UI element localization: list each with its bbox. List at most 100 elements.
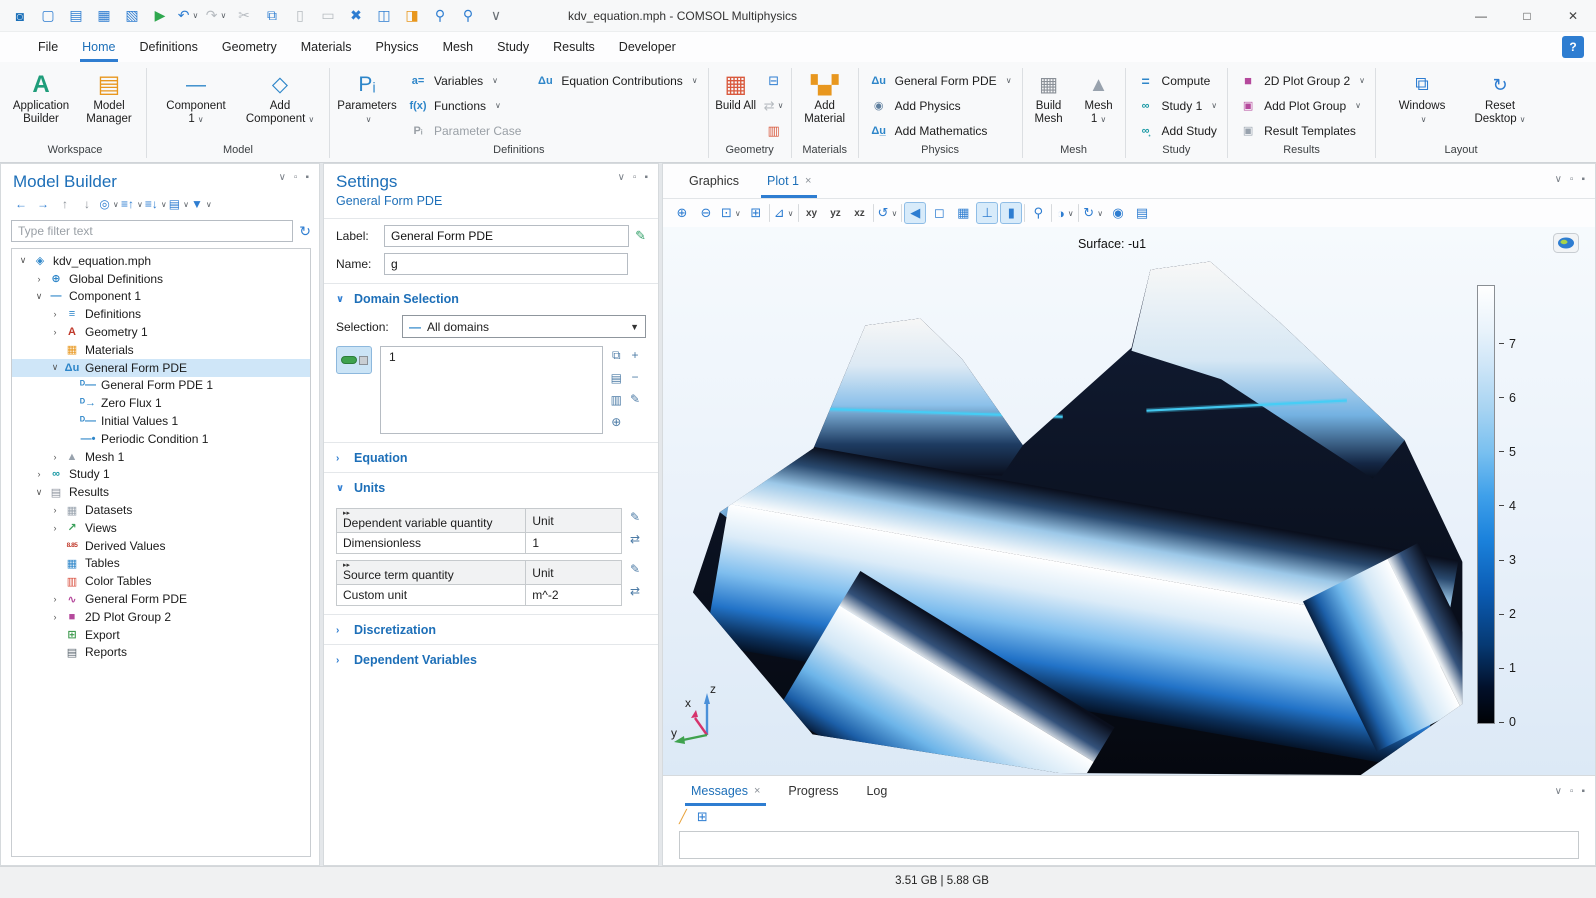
paste-selection-icon[interactable]: ▥ (611, 393, 622, 407)
geometry-rebuild-icon[interactable]: ⇄∨ (761, 93, 787, 118)
application-builder-button[interactable]: A Application Builder (8, 68, 74, 128)
menu-tab[interactable]: Home (70, 32, 127, 62)
node-text-icon[interactable]: ▤ ∨ (169, 194, 189, 214)
zoom-to-selection-icon[interactable]: ⊕ (611, 415, 621, 429)
physics-interface-button[interactable]: Δu General Form PDE∨ (863, 68, 1018, 93)
tree-item-general-form-pde[interactable]: ∨ Δu General Form PDE (12, 359, 310, 377)
build-all-button[interactable]: ▦ Build All (713, 68, 759, 115)
plot-group-button[interactable]: ■ 2D Plot Group 2∨ (1232, 68, 1371, 93)
zoom-extents-icon[interactable]: ⊞ (745, 202, 767, 224)
view-yz-icon[interactable]: yz (825, 202, 847, 224)
equation-contributions-button[interactable]: Δu Equation Contributions∨ (529, 68, 703, 93)
tree-item-periodic-condition-1[interactable]: —• Periodic Condition 1 (12, 430, 310, 448)
add-component-button[interactable]: ◇ Add Component∨ (247, 68, 313, 128)
menu-tab[interactable]: Definitions (128, 32, 210, 62)
tree-item-geometry-1[interactable]: › A Geometry 1 (12, 323, 310, 341)
move-up-icon[interactable]: ↑ (55, 194, 75, 214)
grid-icon[interactable]: ▦ (952, 202, 974, 224)
menu-tab[interactable]: File (26, 32, 70, 62)
filter-icon[interactable]: ▼ ∨ (191, 194, 212, 214)
tab-progress[interactable]: Progress (776, 776, 850, 806)
tree-expander[interactable]: › (48, 309, 62, 319)
selection-dropdown[interactable]: — All domains ▼ (402, 315, 646, 338)
collapse-all-icon[interactable]: ≡↑ ∨ (121, 194, 143, 214)
section-units[interactable]: ∨ Units (324, 472, 658, 502)
parameters-button[interactable]: Pᵢ Parameters∨ (334, 68, 400, 128)
edit-quantity-icon[interactable]: ✎ (630, 510, 640, 524)
clear-selection-icon[interactable]: ✎ (630, 392, 640, 406)
model-manager-button[interactable]: ▤ Model Manager (76, 68, 142, 128)
tree-expander[interactable]: › (48, 612, 62, 622)
view-xz-icon[interactable]: xz (849, 202, 871, 224)
pin-panel-icon[interactable]: ▪ (644, 172, 648, 183)
tree-expander[interactable]: ∨ (32, 487, 46, 498)
add-study-button[interactable]: ∞̟ Add Study (1130, 118, 1224, 143)
delete-icon[interactable]: ✖ (344, 4, 368, 28)
tree-item-definitions[interactable]: › ≡ Definitions (12, 305, 310, 323)
tree-item-export[interactable]: ⊞ Export (12, 626, 310, 644)
panel-menu-icon[interactable]: ∨ (1555, 786, 1562, 797)
go-forward-icon[interactable]: → (33, 194, 53, 214)
refresh-icon[interactable]: ↻ (299, 223, 311, 240)
run-icon[interactable]: ▶ (148, 4, 172, 28)
domain-list-item[interactable]: 1 (389, 350, 396, 364)
add-mathematics-button[interactable]: Δu̲ Add Mathematics (863, 118, 1018, 143)
menu-tab[interactable]: Mesh (431, 32, 486, 62)
tree-expander[interactable]: › (48, 594, 62, 604)
add-physics-button[interactable]: ◉ Add Physics (863, 93, 1018, 118)
label-input[interactable] (384, 225, 629, 247)
mesh-1-button[interactable]: ▲ Mesh 1∨ (1077, 68, 1121, 128)
tab-log[interactable]: Log (854, 776, 899, 806)
panel-menu-icon[interactable]: ∨ (279, 172, 286, 183)
unit-switch-icon[interactable]: ⇄ (630, 532, 640, 546)
variables-button[interactable]: a= Variables∨ (402, 68, 527, 93)
close-tab-icon[interactable] (754, 785, 760, 797)
tree-filter-input[interactable] (11, 220, 293, 242)
maximize-button[interactable]: □ (1504, 0, 1550, 32)
qat-overflow-icon[interactable]: ∨ (484, 4, 508, 28)
tree-expander[interactable]: › (48, 505, 62, 515)
reset-desktop-button[interactable]: ↻ Reset Desktop∨ (1472, 68, 1528, 128)
unit-cell[interactable]: m^-2 (526, 585, 622, 606)
tree-expander[interactable]: › (48, 452, 62, 462)
print-icon[interactable]: ▤ (1131, 202, 1153, 224)
tree-item-materials[interactable]: ▦ Materials (12, 341, 310, 359)
tree-expander[interactable]: ∨ (48, 362, 62, 373)
menu-tab[interactable]: Physics (363, 32, 430, 62)
go-back-icon[interactable]: ← (11, 194, 31, 214)
menu-tab[interactable]: Geometry (210, 32, 289, 62)
zoom-in-icon[interactable]: ⊕ (671, 202, 693, 224)
find-icon[interactable]: ⚲ (428, 4, 452, 28)
functions-button[interactable]: f(x) Functions∨ (402, 93, 527, 118)
deselect-icon[interactable]: ◨ (400, 4, 424, 28)
lock-icon[interactable]: ⚲ (1027, 202, 1049, 224)
quantity-cell[interactable]: Custom unit (337, 585, 526, 606)
transparency-icon[interactable]: ◻ (928, 202, 950, 224)
add-material-button[interactable]: ▚▞ Add Material (796, 68, 854, 128)
float-panel-icon[interactable]: ▫ (633, 172, 637, 183)
domain-list[interactable]: 1 (380, 346, 603, 434)
tree-item-results[interactable]: ∨ ▤ Results (12, 483, 310, 501)
remove-domain-icon[interactable]: − (631, 370, 638, 384)
tree-item-color-tables[interactable]: ▥ Color Tables (12, 572, 310, 590)
float-panel-icon[interactable]: ▫ (1570, 174, 1574, 185)
messages-output[interactable] (679, 831, 1579, 859)
pin-panel-icon[interactable]: ▪ (305, 172, 309, 183)
add-plot-group-button[interactable]: ▣ Add Plot Group∨ (1232, 93, 1371, 118)
menu-tab[interactable]: Developer (607, 32, 688, 62)
color-legend-icon[interactable]: ▮ (1000, 202, 1022, 224)
windows-button[interactable]: ⧉ Windows∨ (1394, 68, 1450, 128)
scene-light-icon[interactable]: ◀ (904, 202, 926, 224)
menu-tab[interactable]: Results (541, 32, 607, 62)
view-xy-icon[interactable]: xy (801, 202, 823, 224)
unit-cell[interactable]: 1 (526, 533, 622, 554)
expand-all-icon[interactable]: ≡↓ ∨ (145, 194, 167, 214)
move-down-icon[interactable]: ↓ (77, 194, 97, 214)
tab-messages[interactable]: Messages (679, 776, 772, 806)
image-properties-icon[interactable]: ◑ ∨ (1054, 202, 1076, 224)
save-search-icon[interactable]: ▧ (120, 4, 144, 28)
cut-icon[interactable]: ✂ (232, 4, 256, 28)
zoom-out-icon[interactable]: ⊖ (695, 202, 717, 224)
comsol-logo-button[interactable] (1553, 233, 1579, 253)
snapshot-icon[interactable]: ◉ (1107, 202, 1129, 224)
